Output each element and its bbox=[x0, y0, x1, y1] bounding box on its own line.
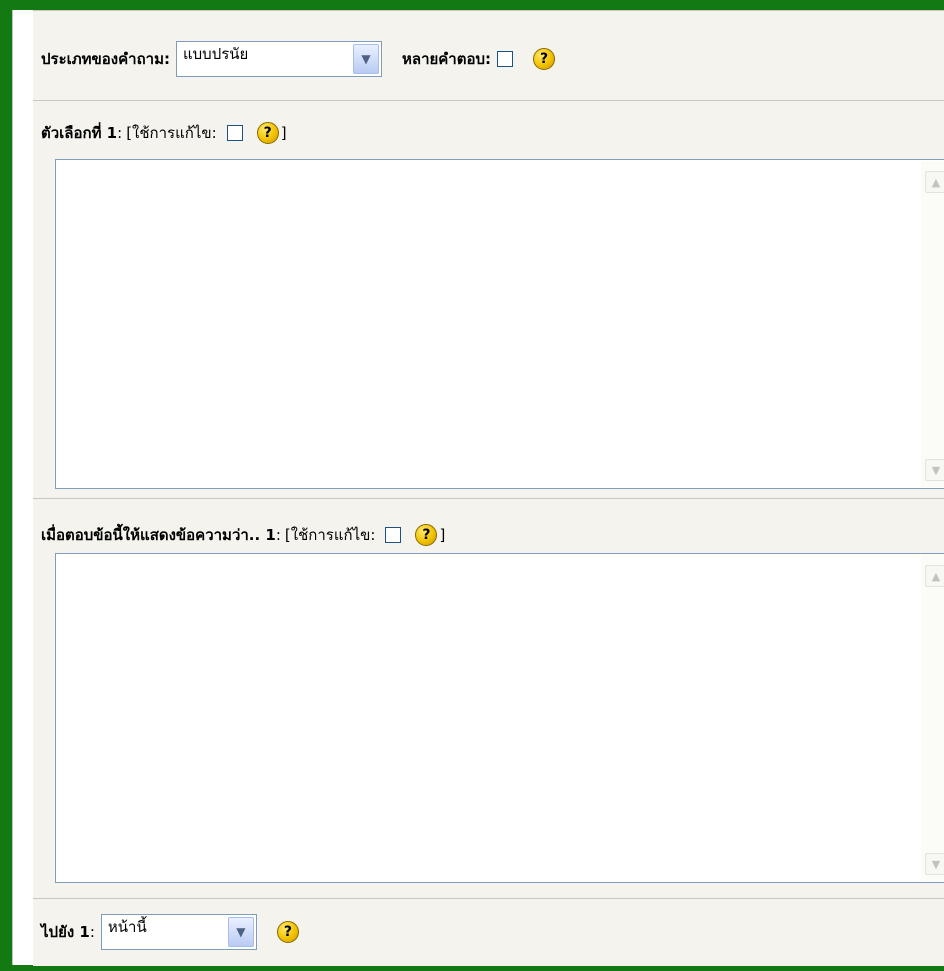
jump-row: ไปยัง 1 : หน้านี้ ▼ ? bbox=[33, 898, 944, 966]
scroll-up-icon[interactable]: ▲ bbox=[925, 171, 944, 193]
question-form: ประเภทของคำถาม: แบบปรนัย ▼ หลายคำตอบ: ? … bbox=[12, 10, 944, 966]
jump-select[interactable]: หน้านี้ ▼ bbox=[100, 914, 257, 950]
choice-colon: : bbox=[117, 124, 123, 142]
scroll-up-icon[interactable]: ▲ bbox=[925, 565, 944, 587]
feedback-editor-label: [ใช้การแก้ไข: bbox=[284, 526, 376, 544]
scroll-down-icon[interactable]: ▼ bbox=[925, 459, 944, 481]
chevron-down-icon[interactable]: ▼ bbox=[352, 44, 379, 74]
question-type-label: ประเภทของคำถาม: bbox=[41, 50, 170, 68]
choice-textarea[interactable]: ▲ ▼ bbox=[55, 159, 944, 489]
choice-editor-close: ] bbox=[280, 124, 287, 142]
question-type-row: ประเภทของคำถาม: แบบปรนัย ▼ หลายคำตอบ: ? bbox=[33, 10, 944, 101]
multi-answer-checkbox[interactable] bbox=[497, 51, 514, 67]
jump-label: ไปยัง 1 bbox=[41, 923, 90, 941]
choice-row: ตัวเลือกที่ 1 : [ใช้การแก้ไข: ? ] ▲ ▼ bbox=[33, 100, 944, 499]
help-icon[interactable]: ? bbox=[533, 48, 556, 70]
feedback-editor-checkbox[interactable] bbox=[385, 527, 402, 543]
choice-scrollbar[interactable]: ▲ ▼ bbox=[921, 161, 944, 487]
choice-label: ตัวเลือกที่ 1 bbox=[41, 124, 118, 142]
question-type-select[interactable]: แบบปรนัย ▼ bbox=[175, 41, 382, 77]
help-icon[interactable]: ? bbox=[256, 122, 279, 144]
choice-editor-checkbox[interactable] bbox=[226, 125, 243, 141]
feedback-editor-close: ] bbox=[439, 526, 446, 544]
help-icon[interactable]: ? bbox=[276, 921, 299, 943]
multi-answer-label: หลายคำตอบ: bbox=[401, 50, 492, 68]
choice-editor-label: [ใช้การแก้ไข: bbox=[126, 124, 217, 142]
feedback-label: เมื่อตอบข้อนี้ให้แสดงข้อความว่า.. 1 bbox=[41, 526, 276, 544]
question-type-value: แบบปรนัย bbox=[182, 45, 249, 63]
scroll-down-icon[interactable]: ▼ bbox=[925, 853, 944, 875]
help-icon[interactable]: ? bbox=[415, 524, 438, 546]
feedback-colon: : bbox=[275, 526, 281, 544]
feedback-textarea[interactable]: ▲ ▼ bbox=[55, 553, 944, 883]
jump-value: หน้านี้ bbox=[107, 918, 147, 936]
feedback-scrollbar[interactable]: ▲ ▼ bbox=[921, 555, 944, 881]
jump-colon: : bbox=[89, 923, 95, 941]
feedback-row: เมื่อตอบข้อนี้ให้แสดงข้อความว่า.. 1 : [ใ… bbox=[33, 498, 944, 899]
chevron-down-icon[interactable]: ▼ bbox=[227, 917, 254, 947]
